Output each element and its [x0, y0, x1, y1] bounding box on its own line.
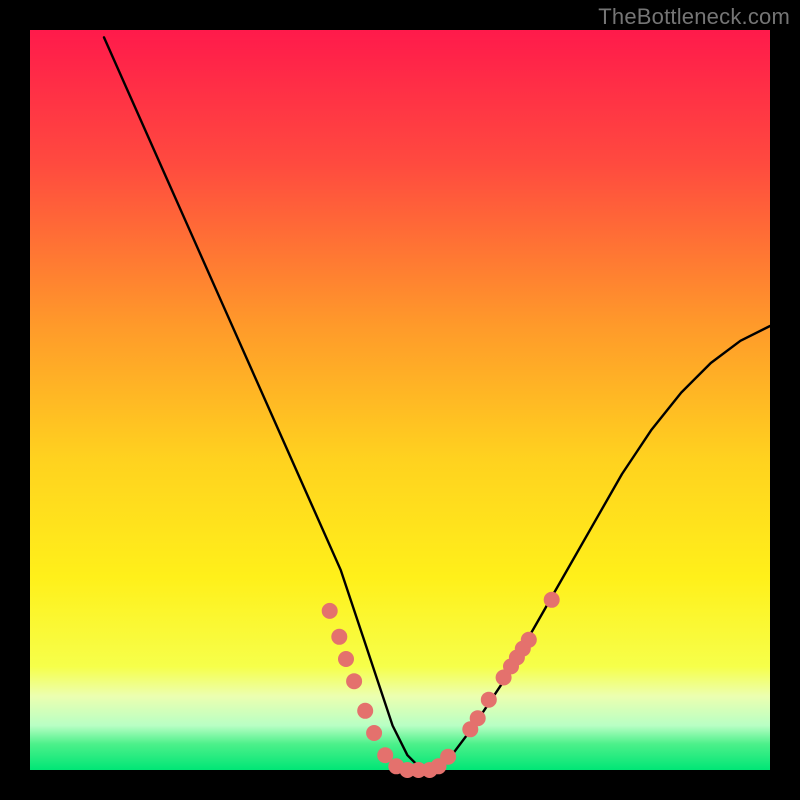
- bottleneck-chart: [0, 0, 800, 800]
- curve-marker: [470, 710, 486, 726]
- curve-marker: [322, 603, 338, 619]
- curve-marker: [544, 592, 560, 608]
- curve-marker: [440, 749, 456, 765]
- curve-marker: [338, 651, 354, 667]
- curve-marker: [521, 632, 537, 648]
- curve-marker: [366, 725, 382, 741]
- watermark-text: TheBottleneck.com: [598, 4, 790, 30]
- curve-marker: [481, 692, 497, 708]
- plot-background: [30, 30, 770, 770]
- curve-marker: [346, 673, 362, 689]
- curve-marker: [357, 703, 373, 719]
- chart-stage: { "watermark": "TheBottleneck.com", "plo…: [0, 0, 800, 800]
- curve-marker: [331, 629, 347, 645]
